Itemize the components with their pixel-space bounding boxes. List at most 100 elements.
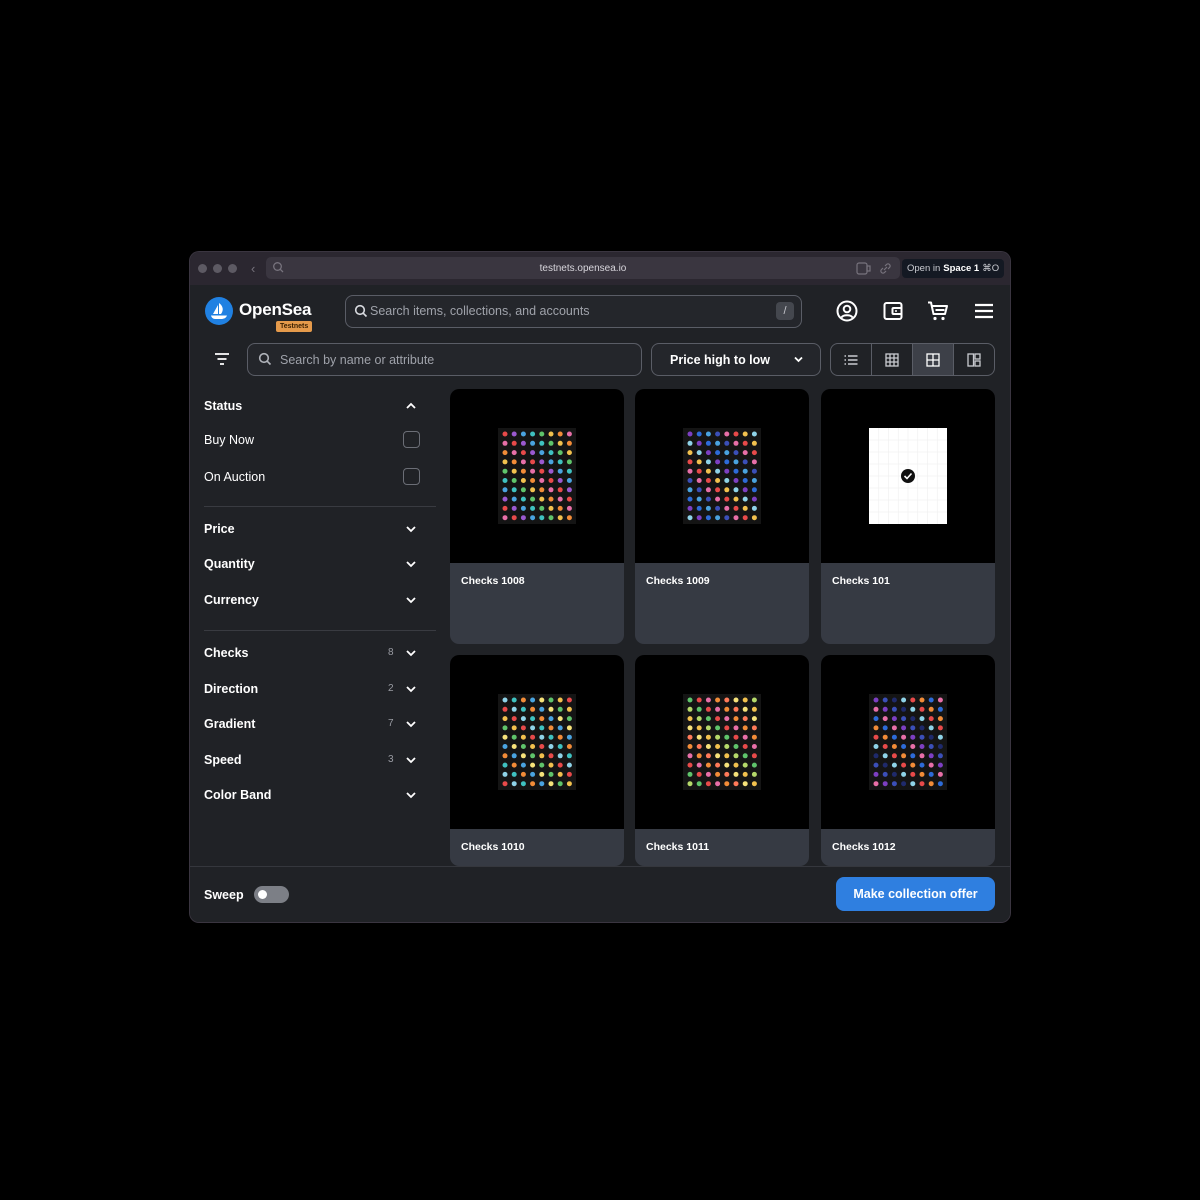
check-dot — [687, 450, 693, 456]
check-dot — [502, 762, 508, 768]
currency-filter-header[interactable]: Currency — [204, 590, 422, 610]
maximize-window-dot[interactable] — [228, 264, 237, 273]
item-card[interactable]: Checks 1010 — [450, 655, 624, 866]
check-dot — [520, 753, 526, 759]
profile-icon[interactable] — [835, 299, 859, 323]
item-card[interactable]: Checks 1012 — [821, 655, 995, 866]
status-option-on-auction[interactable]: On Auction — [204, 467, 422, 487]
check-dot — [511, 706, 517, 712]
check-dot — [901, 706, 907, 712]
chevron-down-icon — [406, 721, 416, 728]
trait-direction[interactable]: Direction 2 — [204, 679, 422, 699]
check-dot — [548, 725, 554, 731]
item-name: Checks 1008 — [461, 575, 525, 587]
check-dot — [705, 515, 711, 521]
make-collection-offer-button[interactable]: Make collection offer — [836, 877, 995, 911]
trait-label: Checks — [204, 646, 249, 660]
menu-icon[interactable] — [972, 299, 996, 323]
check-dot — [882, 725, 888, 731]
check-dot — [687, 431, 693, 437]
item-card[interactable]: Checks 101 — [821, 389, 995, 644]
gallery-view-button[interactable] — [954, 344, 994, 375]
check-dot — [520, 459, 526, 465]
check-dot — [724, 725, 730, 731]
grid-small-view-button[interactable] — [872, 344, 913, 375]
wallet-icon[interactable] — [881, 299, 905, 323]
trait-count: 2 — [388, 683, 394, 694]
sweep-toggle[interactable] — [254, 886, 289, 903]
check-dot — [733, 496, 739, 502]
minimize-window-dot[interactable] — [213, 264, 222, 273]
open-in-space-button[interactable]: Open in Space 1 ⌘O — [902, 259, 1005, 278]
item-card[interactable]: Checks 1011 — [635, 655, 809, 866]
link-icon[interactable] — [879, 262, 892, 275]
check-dot — [724, 762, 730, 768]
sort-dropdown[interactable]: Price high to low — [651, 343, 821, 376]
check-dot — [566, 478, 572, 483]
check-dot — [511, 496, 517, 502]
quantity-filter-header[interactable]: Quantity — [204, 554, 422, 574]
check-dot — [539, 762, 545, 768]
item-name: Checks 101 — [832, 575, 890, 587]
trait-color-band[interactable]: Color Band — [204, 785, 422, 805]
back-arrow-icon[interactable]: ‹ — [251, 261, 255, 276]
trait-checks[interactable]: Checks 8 — [204, 643, 422, 663]
grid-large-view-button[interactable] — [913, 344, 954, 375]
address-bar[interactable]: testnets.opensea.io — [266, 257, 900, 279]
on-auction-checkbox[interactable] — [403, 468, 420, 485]
check-dot — [751, 697, 757, 703]
check-dot — [742, 753, 748, 759]
check-dot — [751, 478, 757, 483]
item-card[interactable]: Checks 1009 — [635, 389, 809, 644]
status-section-header[interactable]: Status — [204, 396, 422, 416]
list-view-button[interactable] — [831, 344, 872, 375]
check-dot — [901, 781, 907, 787]
check-dot — [715, 487, 721, 493]
trait-gradient[interactable]: Gradient 7 — [204, 714, 422, 734]
check-dot — [502, 781, 508, 787]
check-dot — [520, 744, 526, 749]
check-dot — [502, 496, 508, 502]
check-dot — [511, 487, 517, 493]
check-dot — [873, 762, 879, 768]
check-dot — [873, 716, 879, 722]
check-dot — [548, 487, 554, 493]
cart-icon[interactable] — [926, 299, 950, 323]
filter-toggle-icon[interactable] — [212, 350, 232, 368]
check-dot — [566, 725, 572, 731]
check-dot — [520, 496, 526, 502]
testnets-badge: Testnets — [276, 321, 313, 332]
brand-name[interactable]: OpenSea — [239, 300, 311, 320]
check-dot — [742, 716, 748, 722]
check-dot — [751, 753, 757, 759]
check-dot — [548, 478, 554, 483]
check-dot — [742, 450, 748, 456]
item-card[interactable]: Checks 1008 — [450, 389, 624, 644]
check-dot — [696, 515, 702, 521]
attribute-search-input[interactable] — [280, 351, 620, 369]
search-shortcut-key: / — [776, 302, 794, 320]
global-search-input[interactable] — [370, 302, 770, 320]
extension-icon[interactable] — [856, 262, 871, 275]
check-dot — [742, 505, 748, 511]
chevron-down-icon — [406, 686, 416, 693]
opensea-logo-icon[interactable] — [205, 297, 233, 325]
check-dot — [715, 725, 721, 731]
check-dot — [502, 468, 508, 474]
close-window-dot[interactable] — [198, 264, 207, 273]
grid-large-icon — [926, 352, 940, 367]
search-icon — [354, 304, 368, 318]
price-filter-header[interactable]: Price — [204, 519, 422, 539]
trait-speed[interactable]: Speed 3 — [204, 750, 422, 770]
check-dot — [882, 781, 888, 787]
check-dot — [705, 459, 711, 465]
check-dot — [687, 753, 693, 759]
price-label: Price — [204, 522, 235, 536]
check-dot — [539, 478, 545, 483]
item-name: Checks 1010 — [461, 841, 525, 853]
check-dot — [539, 459, 545, 465]
check-dot — [705, 762, 711, 768]
status-option-buy-now[interactable]: Buy Now — [204, 430, 422, 450]
buy-now-checkbox[interactable] — [403, 431, 420, 448]
check-dot — [511, 716, 517, 722]
